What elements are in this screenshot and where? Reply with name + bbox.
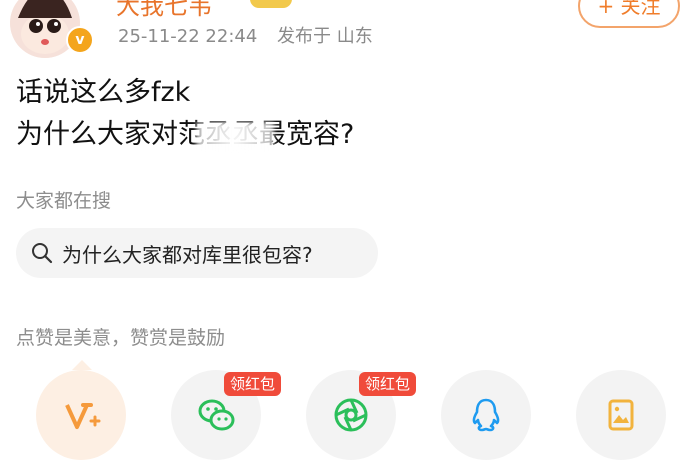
post-line-2: 为什么大家对范丞丞最宽容? — [16, 119, 355, 150]
reward-pointer — [72, 360, 92, 370]
post-location: 发布于 山东 — [277, 26, 373, 47]
reward-prompt: 点赞是美意，赞赏是鼓励 — [16, 327, 226, 349]
post-line-1: 话说这么多fzk — [16, 77, 191, 108]
reward-v-icon — [65, 403, 101, 429]
post-content: 话说这么多fzk 为什么大家对范丞丞最宽容? — [16, 72, 354, 156]
moments-icon — [334, 398, 368, 432]
follow-button[interactable]: + 关注 — [578, 0, 680, 28]
vip-badge-icon — [250, 0, 292, 8]
red-packet-tag: 领红包 — [224, 372, 282, 396]
verified-badge-icon: v — [66, 26, 94, 54]
blurred-name-overlay — [196, 122, 274, 152]
album-icon — [608, 399, 634, 431]
qq-icon — [472, 398, 500, 432]
wechat-icon — [198, 399, 235, 431]
share-album-button[interactable] — [576, 370, 666, 460]
red-packet-tag: 领红包 — [359, 372, 417, 396]
post-date: 25-11-22 22:44 — [118, 26, 258, 47]
share-qq-button[interactable] — [441, 370, 531, 460]
username[interactable]: 大我七韦 — [116, 0, 212, 21]
trending-search-query: 为什么大家都对库里很包容? — [62, 242, 313, 267]
reward-button[interactable] — [36, 370, 126, 460]
post-meta: 25-11-22 22:44 发布于 山东 — [118, 22, 373, 48]
trending-search-item[interactable]: 为什么大家都对库里很包容? — [16, 228, 378, 278]
search-icon — [32, 243, 53, 264]
trending-search-title: 大家都在搜 — [16, 190, 112, 212]
